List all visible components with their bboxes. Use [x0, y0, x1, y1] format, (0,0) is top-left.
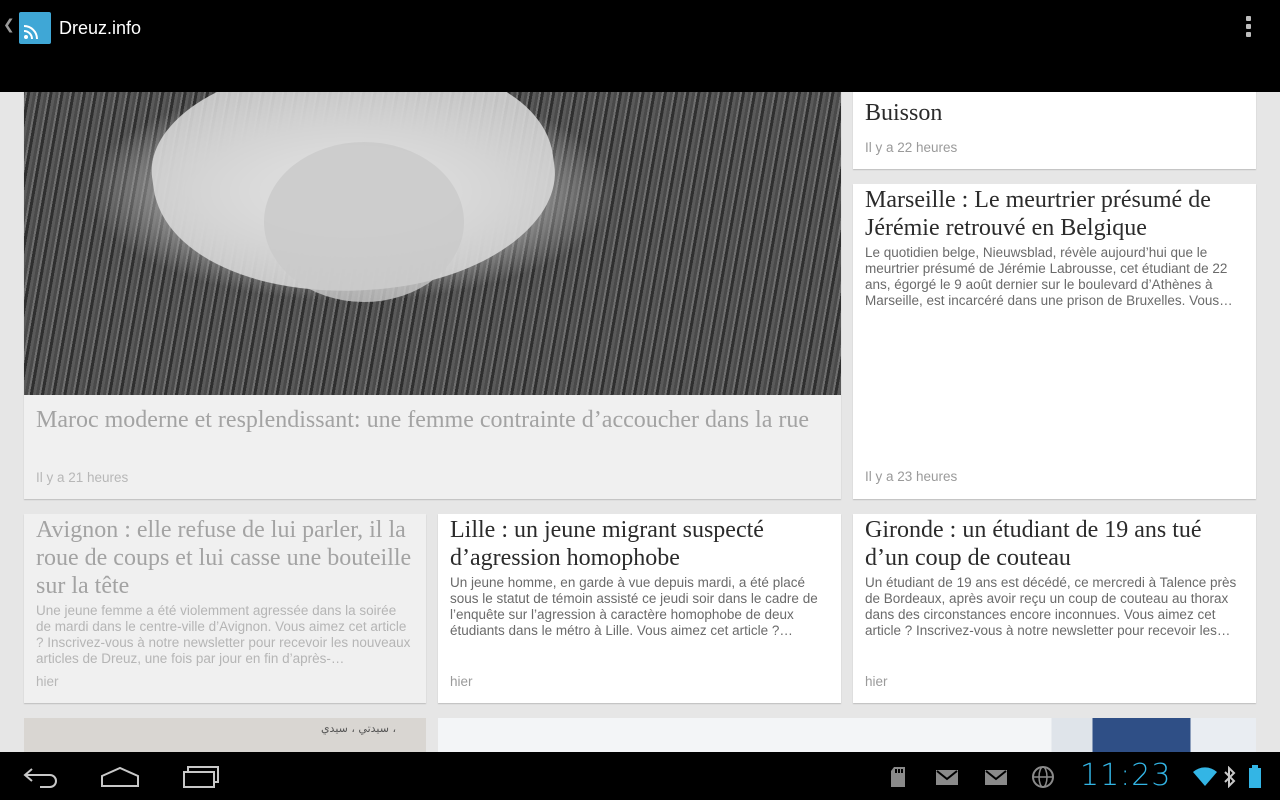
back-icon[interactable] — [22, 766, 60, 788]
article-snippet: Un étudiant de 19 ans est décédé, ce mer… — [865, 575, 1237, 638]
vpn-globe-icon[interactable] — [1031, 765, 1055, 789]
clock[interactable]: 11:23 — [1080, 758, 1171, 793]
article-card-thumbnail[interactable] — [438, 718, 1256, 752]
action-bar: ❮ Dreuz.info — [0, 0, 1280, 92]
battery-icon[interactable] — [1248, 765, 1262, 789]
home-icon[interactable] — [100, 766, 140, 788]
article-card-buisson[interactable]: à une chasse à l’homme contre Patrick Bu… — [853, 92, 1256, 169]
gmail-icon[interactable] — [935, 769, 959, 786]
article-title: Avignon : elle refuse de lui parler, il … — [36, 517, 412, 599]
bluetooth-icon[interactable] — [1223, 766, 1237, 788]
thumbnail-text: سيدتي ، سيدي ، — [320, 722, 396, 735]
article-card-gironde[interactable]: Gironde : un étudiant de 19 ans tué d’un… — [853, 514, 1256, 703]
article-card-thumbnail[interactable]: سيدتي ، سيدي ، — [24, 718, 426, 752]
recent-apps-icon[interactable] — [182, 766, 220, 788]
article-card-marseille[interactable]: Marseille : Le meurtrier présumé de Jéré… — [853, 184, 1256, 499]
rss-feed-icon[interactable] — [19, 12, 51, 44]
article-title: Maroc moderne et resplendissant: une fem… — [36, 407, 810, 433]
article-title: à une chasse à l’homme contre Patrick Bu… — [865, 92, 1234, 126]
article-time: hier — [36, 674, 59, 689]
rss-symbol-icon — [23, 25, 38, 40]
article-card-avignon[interactable]: Avignon : elle refuse de lui parler, il … — [24, 514, 426, 703]
article-time: hier — [450, 674, 473, 689]
article-snippet: Un jeune homme, en garde à vue depuis ma… — [450, 575, 818, 638]
article-time: Il y a 22 heures — [865, 140, 958, 155]
article-grid[interactable]: Maroc moderne et resplendissant: une fem… — [0, 92, 1280, 752]
system-bar: 11:23 — [0, 752, 1280, 800]
wifi-icon[interactable] — [1192, 767, 1218, 787]
article-title: Marseille : Le meurtrier présumé de Jéré… — [865, 187, 1211, 241]
article-time: Il y a 23 heures — [865, 469, 958, 484]
article-title: Lille : un jeune migrant suspecté d’agre… — [450, 517, 764, 571]
article-snippet: Une jeune femme a été violemment agressé… — [36, 603, 411, 666]
article-image — [24, 92, 841, 395]
up-caret-icon[interactable]: ❮ — [3, 17, 15, 33]
app-title: Dreuz.info — [59, 18, 142, 38]
article-title: Gironde : un étudiant de 19 ans tué d’un… — [865, 517, 1202, 571]
overflow-menu-icon[interactable] — [1238, 14, 1258, 44]
article-card-featured[interactable]: Maroc moderne et resplendissant: une fem… — [24, 92, 841, 499]
sd-card-icon[interactable] — [890, 766, 906, 788]
article-snippet: Le quotidien belge, Nieuwsblad, révèle a… — [865, 245, 1233, 308]
article-time: Il y a 21 heures — [36, 470, 129, 485]
email-icon[interactable] — [984, 769, 1008, 786]
article-card-lille[interactable]: Lille : un jeune migrant suspecté d’agre… — [438, 514, 841, 703]
article-time: hier — [865, 674, 888, 689]
